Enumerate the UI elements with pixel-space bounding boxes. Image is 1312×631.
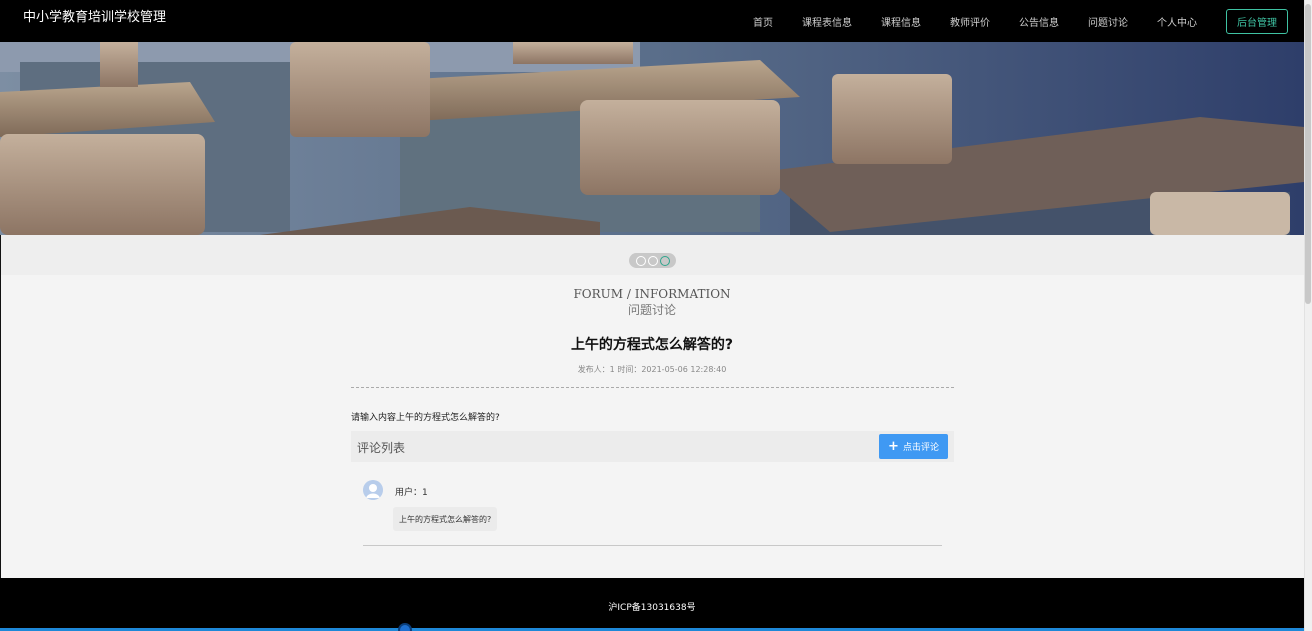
carousel-dot-2[interactable]	[647, 255, 658, 266]
carousel-dots	[629, 253, 676, 268]
carousel-strip	[0, 235, 1304, 275]
post-meta: 发布人：1 时间：2021-05-06 12:28:40	[577, 365, 727, 374]
avatar-icon	[363, 480, 383, 500]
site-brand[interactable]: 中小学教育培训学校管理	[23, 10, 166, 26]
nav-profile[interactable]: 个人中心	[1157, 14, 1197, 29]
comment-text: 上午的方程式怎么解答的?	[393, 507, 498, 531]
carousel-dot-1[interactable]	[635, 255, 646, 266]
nav-forum[interactable]: 问题讨论	[1088, 14, 1128, 29]
section-title-en: FORUM / INFORMATION	[573, 287, 731, 301]
page-scrollbar[interactable]	[1304, 0, 1312, 631]
plus-icon: +	[888, 439, 899, 454]
scrollbar-thumb[interactable]	[1305, 4, 1311, 304]
nav-announcements[interactable]: 公告信息	[1019, 14, 1059, 29]
post-content: 请输入内容上午的方程式怎么解答的?	[351, 413, 500, 423]
comments-header: 评论列表 + 点击评论	[351, 431, 954, 462]
admin-button[interactable]: 后台管理	[1226, 8, 1288, 34]
carousel-dot-3[interactable]	[659, 255, 670, 266]
section-title-cn: 问题讨论	[627, 303, 676, 317]
post-title: 上午的方程式怎么解答的?	[570, 337, 734, 353]
divider	[351, 387, 954, 388]
comment-divider	[363, 545, 942, 546]
nav-home[interactable]: 首页	[753, 14, 773, 29]
footer-icp[interactable]: 沪ICP备13031638号	[0, 600, 1304, 613]
nav-schedule[interactable]: 课程表信息	[802, 14, 852, 29]
add-comment-label: 点击评论	[902, 443, 939, 453]
add-comment-button[interactable]: + 点击评论	[879, 434, 948, 459]
footer: 沪ICP备13031638号	[0, 578, 1304, 631]
main-nav: 首页 课程表信息 课程信息 教师评价 公告信息 问题讨论 个人中心 后台管理	[753, 0, 1304, 42]
comments-title: 评论列表	[357, 441, 406, 455]
nav-courses[interactable]: 课程信息	[881, 14, 921, 29]
bottom-handle[interactable]	[398, 623, 412, 631]
banner-image	[0, 42, 1304, 235]
top-navbar: 中小学教育培训学校管理 首页 课程表信息 课程信息 教师评价 公告信息 问题讨论…	[0, 0, 1304, 42]
nav-teacher-review[interactable]: 教师评价	[950, 14, 990, 29]
comment-user: 用户：1	[395, 488, 428, 498]
